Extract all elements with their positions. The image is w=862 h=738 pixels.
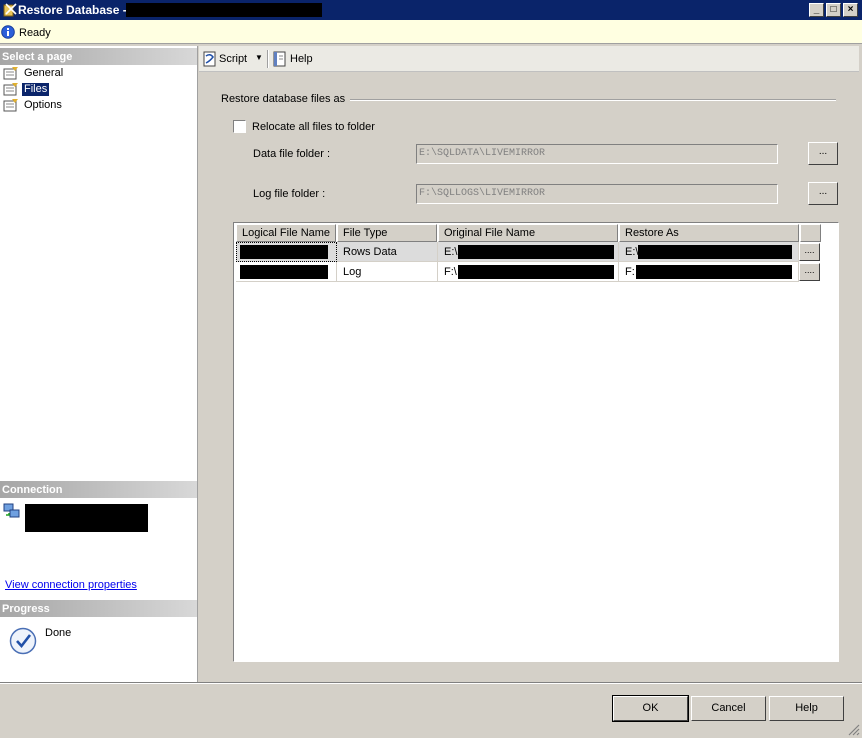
restore-as-redacted (636, 265, 792, 279)
logical-name-redacted (240, 245, 328, 259)
page-label: General (24, 67, 64, 79)
window-title: Restore Database - (18, 3, 127, 17)
column-header-browse (800, 224, 821, 242)
page-icon (3, 67, 18, 80)
script-button[interactable]: Script (219, 53, 247, 65)
close-button[interactable]: × (843, 3, 858, 17)
maximize-button[interactable]: □ (826, 3, 841, 17)
title-redacted (126, 3, 322, 17)
toolbar-separator (267, 50, 269, 68)
select-page-header: Select a page (0, 48, 197, 65)
restore-as-redacted (638, 245, 792, 259)
connection-redacted (25, 504, 148, 532)
connection-header: Connection (0, 481, 197, 498)
help-book-icon[interactable] (272, 51, 288, 67)
file-type-cell[interactable]: Log (337, 262, 438, 282)
progress-header: Progress (0, 600, 197, 617)
info-icon (1, 25, 15, 39)
page-icon (3, 99, 18, 112)
done-check-icon (9, 627, 37, 655)
help-button[interactable]: Help (769, 696, 844, 721)
data-file-folder-input[interactable]: E:\SQLDATA\LIVEMIRROR (416, 144, 778, 164)
data-file-folder-label: Data file folder : (253, 148, 331, 160)
group-divider (350, 99, 836, 101)
restore-files-group-label: Restore database files as (221, 93, 346, 105)
server-connection-icon (3, 503, 20, 518)
page-label: Files (22, 83, 50, 96)
log-file-folder-input[interactable]: F:\SQLLOGS\LIVEMIRROR (416, 184, 778, 204)
page-label: Options (24, 99, 62, 111)
minimize-button[interactable]: _ (809, 3, 824, 17)
resize-grip-icon[interactable] (846, 722, 860, 736)
bottom-divider (0, 682, 862, 684)
file-type-cell[interactable]: Rows Data (337, 242, 438, 262)
row-browse-button[interactable]: .... (799, 243, 820, 261)
files-grid[interactable] (233, 222, 839, 662)
script-icon[interactable] (202, 51, 218, 67)
cancel-button[interactable]: Cancel (691, 696, 766, 721)
original-file-redacted (458, 245, 614, 259)
progress-status: Done (45, 627, 72, 639)
column-header-restore-as[interactable]: Restore As (619, 224, 799, 242)
log-folder-browse-button[interactable]: ... (808, 182, 838, 205)
log-file-folder-label: Log file folder : (253, 188, 326, 200)
status-bar (0, 20, 862, 44)
relocate-label: Relocate all files to folder (252, 121, 375, 133)
view-connection-properties-link[interactable]: View connection properties (5, 579, 137, 591)
column-header-logical-file-name[interactable]: Logical File Name (236, 224, 336, 242)
ok-button[interactable]: OK (612, 695, 689, 722)
restore-database-icon (3, 3, 17, 17)
status-text: Ready (19, 27, 51, 39)
column-header-original-file-name[interactable]: Original File Name (438, 224, 618, 242)
original-file-redacted (458, 265, 614, 279)
column-header-file-type[interactable]: File Type (337, 224, 437, 242)
logical-name-redacted (240, 265, 328, 279)
data-folder-browse-button[interactable]: ... (808, 142, 838, 165)
help-toolbar-button[interactable]: Help (290, 53, 313, 65)
script-dropdown-arrow-icon[interactable]: ▼ (255, 53, 263, 62)
row-browse-button[interactable]: .... (799, 263, 820, 281)
relocate-checkbox[interactable] (233, 120, 246, 133)
page-icon (3, 83, 18, 96)
